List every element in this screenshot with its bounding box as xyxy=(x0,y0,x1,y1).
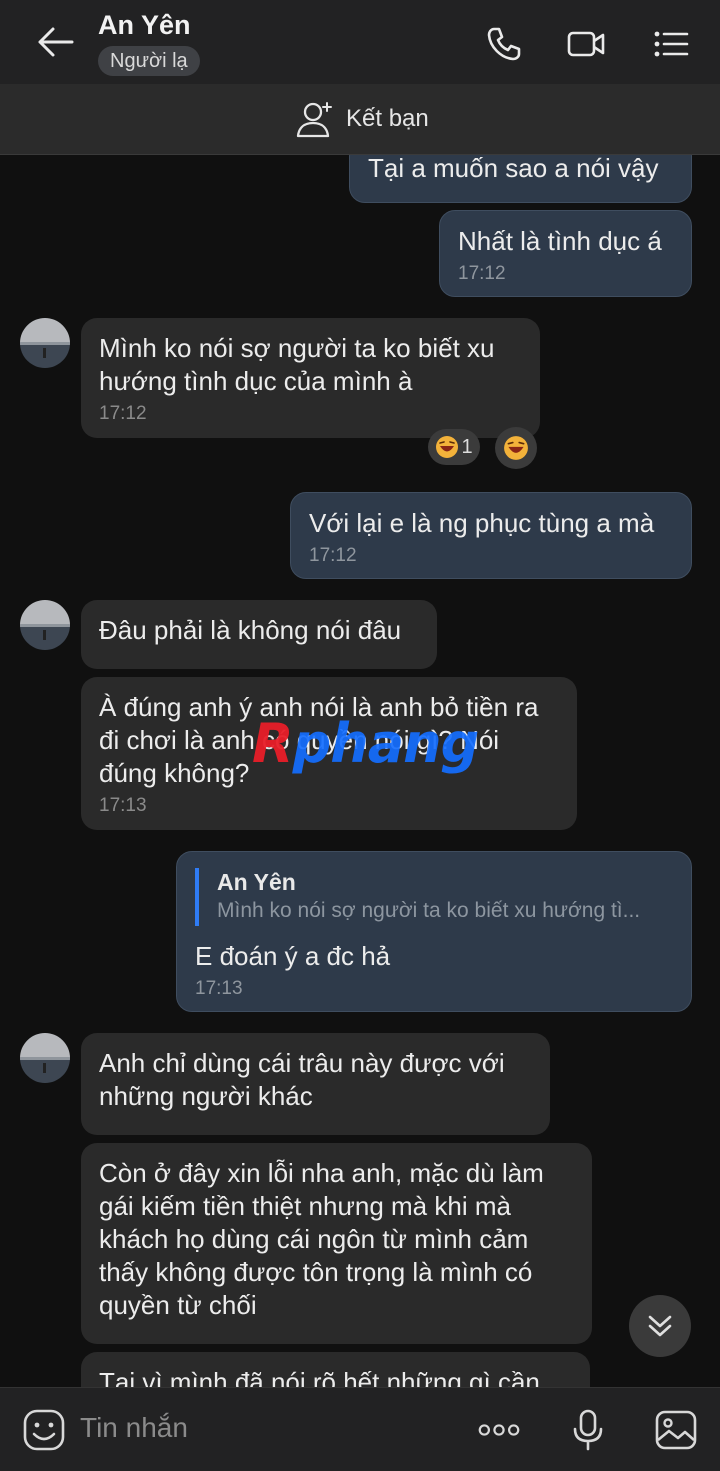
add-reaction-button[interactable] xyxy=(495,427,537,469)
message-time: 17:13 xyxy=(195,978,243,999)
quoted-author: An Yên xyxy=(217,869,296,895)
more-dots-icon[interactable] xyxy=(477,1408,521,1452)
menu-list-icon[interactable] xyxy=(651,24,691,64)
message-text: Mình ko nói sợ người ta ko biết xu hướng… xyxy=(99,333,495,396)
message-bubble-incoming[interactable]: Mình ko nói sợ người ta ko biết xu hướng… xyxy=(81,318,540,438)
message-text: Đâu phải là không nói đâu xyxy=(99,615,402,645)
message-bubble-outgoing-reply[interactable]: An Yên Mình ko nói sợ người ta ko biết x… xyxy=(176,851,692,1012)
message-text: Còn ở đây xin lỗi nha anh, mặc dù làm gá… xyxy=(99,1158,544,1320)
video-call-icon[interactable] xyxy=(566,24,606,64)
message-input[interactable]: Tin nhắn xyxy=(80,1412,188,1444)
laughing-emoji-icon xyxy=(504,436,528,460)
reaction-count: 1 xyxy=(461,435,473,458)
message-time: 17:12 xyxy=(99,403,147,424)
message-list[interactable]: Tại a muốn sao a nói vậy Nhất là tình dụ… xyxy=(0,155,720,1387)
avatar[interactable] xyxy=(20,1033,70,1083)
back-arrow-icon[interactable] xyxy=(34,22,78,62)
microphone-icon[interactable] xyxy=(566,1408,610,1452)
message-time: 17:12 xyxy=(309,545,357,566)
composer-bar: Tin nhắn xyxy=(0,1387,720,1471)
message-text: Nhất là tình dục á xyxy=(458,226,662,256)
add-friend-icon xyxy=(296,102,332,138)
emoji-icon[interactable] xyxy=(22,1408,66,1452)
message-time: 17:13 xyxy=(99,795,147,816)
reaction-badge[interactable]: 1 xyxy=(428,429,480,465)
scroll-to-bottom-button[interactable] xyxy=(629,1295,691,1357)
contact-name[interactable]: An Yên xyxy=(98,10,191,41)
message-bubble-incoming[interactable]: Đâu phải là không nói đâu xyxy=(81,600,437,669)
message-bubble-outgoing[interactable]: Nhất là tình dục á 17:12 xyxy=(439,210,692,297)
message-bubble-incoming[interactable]: Tại vì mình đã nói rõ hết những gì cần xyxy=(81,1352,590,1387)
message-bubble-outgoing[interactable]: Tại a muốn sao a nói vậy xyxy=(349,155,692,203)
chevron-down-icon xyxy=(648,1315,672,1337)
watermark-logo: Rphang xyxy=(252,712,479,775)
message-text: E đoán ý a đc hả xyxy=(195,941,391,971)
message-text: Tại a muốn sao a nói vậy xyxy=(368,155,659,183)
message-text: Với lại e là ng phục tùng a mà xyxy=(309,508,655,538)
image-icon[interactable] xyxy=(654,1408,698,1452)
quoted-text: Mình ko nói sợ người ta ko biết xu hướng… xyxy=(217,899,641,922)
quoted-message[interactable]: An Yên Mình ko nói sợ người ta ko biết x… xyxy=(195,868,673,926)
chat-header: An Yên Người lạ xyxy=(0,0,720,84)
add-friend-button[interactable]: Kết bạn xyxy=(296,98,429,140)
add-friend-label: Kết bạn xyxy=(346,105,429,132)
stranger-badge: Người lạ xyxy=(98,46,200,76)
message-bubble-incoming[interactable]: Anh chỉ dùng cái trâu này được với những… xyxy=(81,1033,550,1135)
message-time: 17:12 xyxy=(458,263,506,284)
avatar[interactable] xyxy=(20,318,70,368)
phone-icon[interactable] xyxy=(484,24,524,64)
message-text: Anh chỉ dùng cái trâu này được với những… xyxy=(99,1048,505,1111)
avatar[interactable] xyxy=(20,600,70,650)
message-bubble-incoming[interactable]: Còn ở đây xin lỗi nha anh, mặc dù làm gá… xyxy=(81,1143,592,1344)
add-friend-bar: Kết bạn xyxy=(0,84,720,155)
message-text: Tại vì mình đã nói rõ hết những gì cần xyxy=(99,1367,540,1387)
message-bubble-outgoing[interactable]: Với lại e là ng phục tùng a mà 17:12 xyxy=(290,492,692,579)
laughing-emoji-icon xyxy=(436,436,459,458)
